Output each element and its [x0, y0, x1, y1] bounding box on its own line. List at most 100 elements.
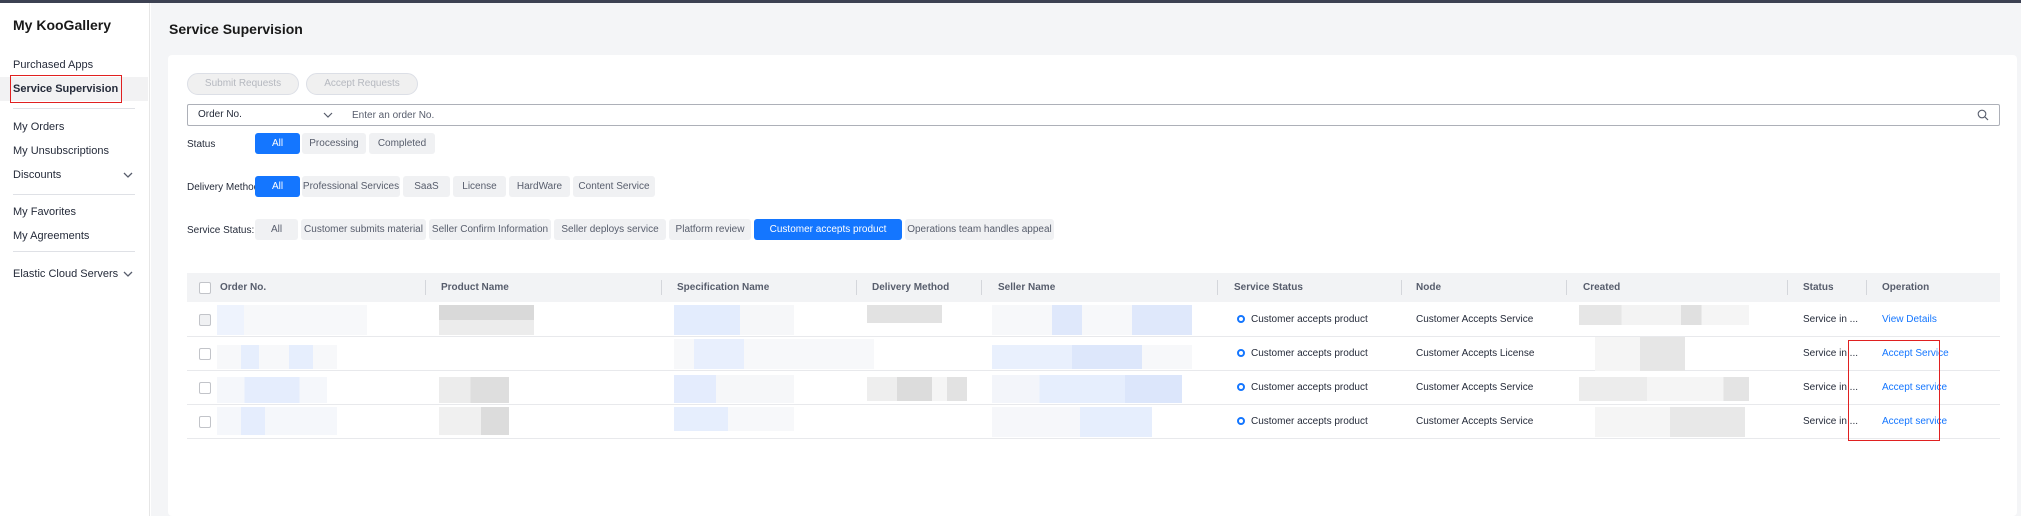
column-divider [661, 280, 662, 295]
column-header-service-status[interactable]: Service Status [1234, 273, 1303, 302]
redacted-order-no [217, 345, 337, 369]
redacted-order-no [217, 407, 337, 435]
sidebar-item-discounts[interactable]: Discounts [0, 163, 148, 187]
column-header-delivery-method[interactable]: Delivery Method [872, 273, 949, 302]
status-dot-icon [1237, 315, 1245, 323]
highlight-box [10, 75, 122, 103]
redacted-specification [674, 305, 794, 335]
sidebar-item-label: Discounts [13, 169, 62, 181]
service-status-chip-seller-deploys-service[interactable]: Seller deploys service [554, 219, 666, 240]
column-header-created[interactable]: Created [1583, 273, 1620, 302]
service-status-cell: Customer accepts product [1237, 405, 1368, 439]
table-header: Order No. Product Name Specification Nam… [187, 273, 2000, 302]
delivery-chip-license[interactable]: License [453, 176, 506, 197]
service-status-chip-customer-accepts-product[interactable]: Customer accepts product [754, 219, 902, 240]
redacted-order-no [217, 377, 327, 403]
column-header-seller-name[interactable]: Seller Name [998, 273, 1055, 302]
column-divider [1217, 280, 1218, 295]
sidebar-item-my-orders[interactable]: My Orders [0, 115, 148, 139]
sidebar-item-label: My Unsubscriptions [13, 145, 109, 157]
chevron-down-icon [123, 271, 133, 277]
redacted-product-name [439, 377, 509, 403]
accept-requests-button[interactable]: Accept Requests [306, 73, 418, 95]
column-header-node[interactable]: Node [1416, 273, 1441, 302]
row-checkbox[interactable] [199, 416, 211, 428]
column-divider [1401, 280, 1402, 295]
row-checkbox[interactable] [199, 348, 211, 360]
column-divider [1866, 280, 1867, 295]
service-status-chip-seller-confirm-information[interactable]: Seller Confirm Information [429, 219, 551, 240]
column-divider [1787, 280, 1788, 295]
redacted-seller-name [992, 345, 1192, 369]
service-status-cell: Customer accepts product [1237, 371, 1368, 405]
column-divider [425, 280, 426, 295]
sidebar-item-label: Elastic Cloud Servers [13, 268, 119, 280]
column-divider [856, 280, 857, 295]
table-row: Customer accepts product Customer Accept… [187, 337, 2000, 371]
sidebar-brand: My KooGallery [13, 17, 112, 33]
sidebar-item-purchased-apps[interactable]: Purchased Apps [0, 53, 148, 77]
sidebar-item-label: My Agreements [13, 230, 90, 242]
sidebar-divider [13, 251, 135, 252]
column-divider [981, 280, 982, 295]
node-cell: Customer Accepts Service [1416, 416, 1534, 427]
column-header-operation: Operation [1882, 282, 1930, 293]
delivery-chip-content-service[interactable]: Content Service [573, 176, 655, 197]
delivery-chip-hardware[interactable]: HardWare [509, 176, 570, 197]
main-content: Service Supervision Submit Requests Acce… [151, 3, 2021, 516]
delivery-chip-all[interactable]: All [255, 176, 300, 197]
redacted-seller-name [992, 375, 1182, 403]
view-details-link[interactable]: View Details [1882, 303, 1937, 337]
content-card: Submit Requests Accept Requests Order No… [168, 55, 2017, 516]
redacted-product-name [439, 407, 509, 435]
sidebar-item-elastic-cloud-servers[interactable]: Elastic Cloud Servers [0, 262, 148, 286]
search-field-select[interactable]: Order No. [188, 105, 344, 125]
row-checkbox[interactable] [199, 314, 211, 326]
sidebar-item-label: Purchased Apps [13, 59, 94, 71]
search-bar: Order No. [187, 104, 2000, 126]
redacted-seller-name [992, 305, 1192, 335]
select-all-checkbox[interactable] [199, 282, 211, 294]
service-status-text: Customer accepts product [1251, 382, 1368, 393]
service-status-chip-platform-review[interactable]: Platform review [669, 219, 751, 240]
column-header-product-name[interactable]: Product Name [441, 273, 509, 302]
status-cell: Service in ... [1803, 314, 1859, 325]
redacted-specification [674, 407, 794, 431]
row-checkbox[interactable] [199, 382, 211, 394]
sidebar-item-my-unsubscriptions[interactable]: My Unsubscriptions [0, 139, 148, 163]
service-status-chip-customer-submits-material[interactable]: Customer submits material [301, 219, 426, 240]
status-filter-label: Status [187, 139, 216, 150]
node-cell: Customer Accepts Service [1416, 314, 1534, 325]
sidebar-divider [13, 194, 135, 195]
search-input[interactable] [352, 107, 1952, 123]
column-header-status[interactable]: Status [1803, 273, 1834, 302]
table-row: Customer accepts product Customer Accept… [187, 303, 2000, 337]
highlight-box [1848, 340, 1940, 441]
column-header-order-no[interactable]: Order No. [220, 273, 266, 302]
page-title: Service Supervision [169, 21, 303, 37]
service-status-chip-all[interactable]: All [255, 219, 298, 240]
sidebar-item-my-favorites[interactable]: My Favorites [0, 200, 148, 224]
search-field-value: Order No. [198, 109, 242, 120]
search-icon[interactable] [1977, 109, 1989, 121]
service-status-chip-operations-team-handles-appeal[interactable]: Operations team handles appeal [905, 219, 1054, 240]
status-chip-completed[interactable]: Completed [369, 133, 435, 154]
delivery-chip-professional-services[interactable]: Professional Services [302, 176, 400, 197]
delivery-chip-saas[interactable]: SaaS [403, 176, 450, 197]
delivery-filter-label: Delivery Method [187, 182, 260, 193]
submit-requests-button[interactable]: Submit Requests [187, 73, 299, 95]
column-header-specification-name[interactable]: Specification Name [677, 273, 769, 302]
sidebar-item-my-agreements[interactable]: My Agreements [0, 224, 148, 248]
sidebar-item-service-supervision[interactable]: Service Supervision [0, 75, 148, 103]
redacted-order-no [217, 305, 367, 335]
redacted-created [1595, 407, 1745, 437]
sidebar-divider [13, 108, 135, 109]
status-dot-icon [1237, 417, 1245, 425]
status-chip-all[interactable]: All [255, 133, 300, 154]
service-status-text: Customer accepts product [1251, 314, 1368, 325]
redacted-created [1579, 305, 1749, 325]
redacted-delivery-method [867, 377, 967, 401]
chevron-down-icon [123, 172, 133, 178]
status-chip-processing[interactable]: Processing [302, 133, 366, 154]
column-divider [1566, 280, 1567, 295]
